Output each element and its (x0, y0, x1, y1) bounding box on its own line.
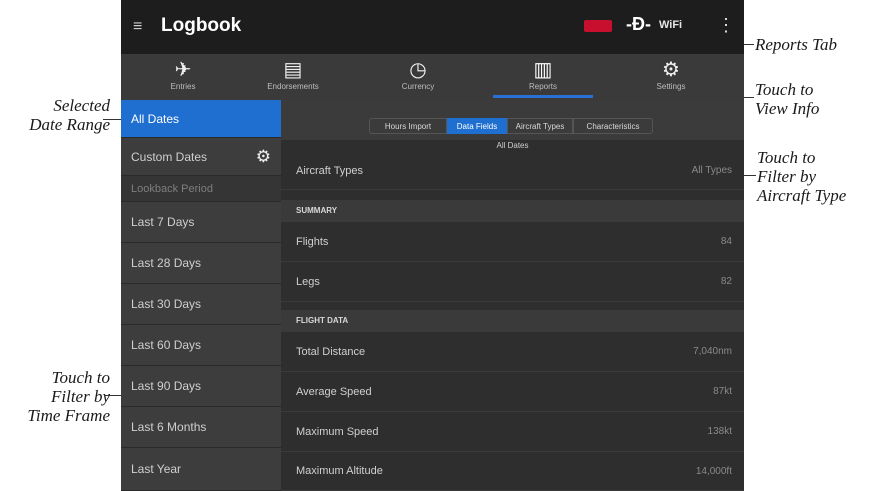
sidebar-item-last-90-days[interactable]: Last 90 Days (121, 366, 281, 407)
callout-line: Touch to (757, 148, 816, 167)
callout-filter-time-frame: Touch to Filter by Time Frame (0, 368, 110, 425)
sidebar-item-all-dates[interactable]: All Dates (121, 100, 281, 138)
segment-characteristics[interactable]: Characteristics (573, 118, 653, 134)
segmented-control: Hours Import Data Fields Aircraft Types … (281, 100, 744, 140)
tab-settings[interactable]: ⚙ Settings (609, 54, 733, 100)
tab-entries[interactable]: ✈ Entries (121, 54, 245, 100)
logbook-app-window: ≡ Logbook -Ð- WiFi ⋮ ✈ Entries ▤ Endorse… (121, 0, 744, 491)
table-row: Legs 82 (281, 262, 744, 302)
airplane-icon: ✈ (174, 59, 192, 81)
gear-icon: ⚙ (662, 59, 680, 81)
row-value: 138kt (707, 426, 732, 437)
bar-chart-icon: ▥ (533, 59, 553, 81)
callout-reports-tab: Reports Tab (755, 35, 872, 54)
filter-label: Aircraft Types (296, 165, 364, 177)
sidebar-item-last-6-months[interactable]: Last 6 Months (121, 407, 281, 448)
sidebar-item-last-year[interactable]: Last Year (121, 448, 281, 491)
table-row: Average Speed 87kt (281, 372, 744, 412)
tab-label: Entries (170, 82, 196, 91)
title-bar: ≡ Logbook -Ð- WiFi ⋮ (121, 0, 744, 54)
sidebar-item-label: Last 7 Days (131, 215, 195, 229)
callout-line: View Info (755, 99, 820, 118)
sidebar-section-header: Lookback Period (121, 176, 281, 202)
filter-value: All Types (691, 165, 732, 176)
tab-endorsements[interactable]: ▤ Endorsements (231, 54, 355, 100)
callout-line: Touch to (51, 368, 110, 387)
row-value: 87kt (713, 386, 732, 397)
tab-label: Settings (656, 82, 686, 91)
sidebar-header-label: Lookback Period (131, 183, 213, 195)
row-value: 82 (720, 276, 732, 287)
tab-reports[interactable]: ▥ Reports (481, 54, 605, 100)
callout-view-info: Touch to View Info (755, 80, 872, 118)
table-row: Flights 84 (281, 222, 744, 262)
callout-line: Touch to (755, 80, 814, 99)
report-panel: Hours Import Data Fields Aircraft Types … (281, 100, 744, 491)
tab-bar: ✈ Entries ▤ Endorsements ◷ Currency ▥ Re… (121, 54, 744, 100)
wifi-status: WiFi (659, 19, 683, 31)
callout-filter-aircraft-type: Touch to Filter by Aircraft Type (757, 148, 872, 205)
selected-range-label: All Dates (496, 141, 529, 150)
sidebar-item-last-7-days[interactable]: Last 7 Days (121, 202, 281, 243)
sidebar-item-last-60-days[interactable]: Last 60 Days (121, 325, 281, 366)
sidebar-item-custom-dates[interactable]: Custom Dates ⚙ (121, 138, 281, 176)
gear-icon[interactable]: ⚙ (256, 138, 271, 176)
callout-line: Filter by (50, 387, 110, 406)
row-value: 84 (720, 236, 732, 247)
row-label: Maximum Altitude (296, 465, 383, 477)
callout-line: Time Frame (27, 406, 110, 425)
sidebar-item-label: Custom Dates (131, 150, 208, 164)
tab-label: Reports (528, 82, 557, 91)
sidebar-item-label: Last 90 Days (131, 379, 202, 393)
date-range-sidebar: All Dates Custom Dates ⚙ Lookback Period… (121, 100, 281, 491)
active-tab-indicator (493, 95, 593, 98)
sidebar-item-label: Last 28 Days (131, 256, 202, 270)
document-icon: ▤ (283, 59, 303, 81)
tab-currency[interactable]: ◷ Currency (356, 54, 480, 100)
aircraft-type-filter-row[interactable]: Aircraft Types All Types (281, 152, 744, 190)
sidebar-item-label: All Dates (131, 112, 180, 126)
section-header-flight-data: FLIGHT DATA (281, 310, 744, 332)
row-label: Maximum Speed (296, 426, 379, 438)
row-label: Flights (296, 236, 329, 248)
sidebar-item-label: Last 60 Days (131, 338, 202, 352)
tab-label: Currency (401, 82, 435, 91)
table-row: Maximum Altitude 14,000ft (281, 452, 744, 491)
callout-line: Aircraft Type (757, 186, 847, 205)
callout-selected-date-range: Selected Date Range (0, 96, 110, 134)
clock-icon: ◷ (409, 59, 427, 81)
segment-aircraft-types[interactable]: Aircraft Types (507, 118, 573, 134)
sidebar-item-last-30-days[interactable]: Last 30 Days (121, 284, 281, 325)
table-row: Total Distance 7,040nm (281, 332, 744, 372)
callout-line: Reports Tab (755, 35, 838, 54)
table-row: Maximum Speed 138kt (281, 412, 744, 452)
more-vertical-icon[interactable]: ⋮ (717, 15, 735, 36)
status-badge (584, 20, 612, 32)
row-value: 7,040nm (693, 346, 732, 357)
row-label: Average Speed (296, 386, 372, 398)
sidebar-item-label: Last 30 Days (131, 297, 202, 311)
row-value: 14,000ft (695, 466, 732, 477)
section-header-summary: SUMMARY (281, 200, 744, 222)
app-title: Logbook (161, 15, 242, 36)
segment-hours-import[interactable]: Hours Import (369, 118, 447, 134)
hamburger-menu-icon[interactable]: ≡ (133, 18, 142, 36)
callout-line: Date Range (29, 115, 110, 134)
segment-data-fields[interactable]: Data Fields (447, 118, 507, 134)
tab-label: Endorsements (267, 82, 319, 91)
row-label: Legs (296, 276, 320, 288)
bluetooth-icon[interactable]: -Ð- (626, 14, 651, 35)
sidebar-item-label: Last 6 Months (131, 420, 207, 434)
callout-line: Selected (53, 96, 110, 115)
callout-line: Filter by (757, 167, 817, 186)
sidebar-item-label: Last Year (131, 462, 182, 476)
sidebar-item-last-28-days[interactable]: Last 28 Days (121, 243, 281, 284)
row-label: Total Distance (296, 346, 366, 358)
